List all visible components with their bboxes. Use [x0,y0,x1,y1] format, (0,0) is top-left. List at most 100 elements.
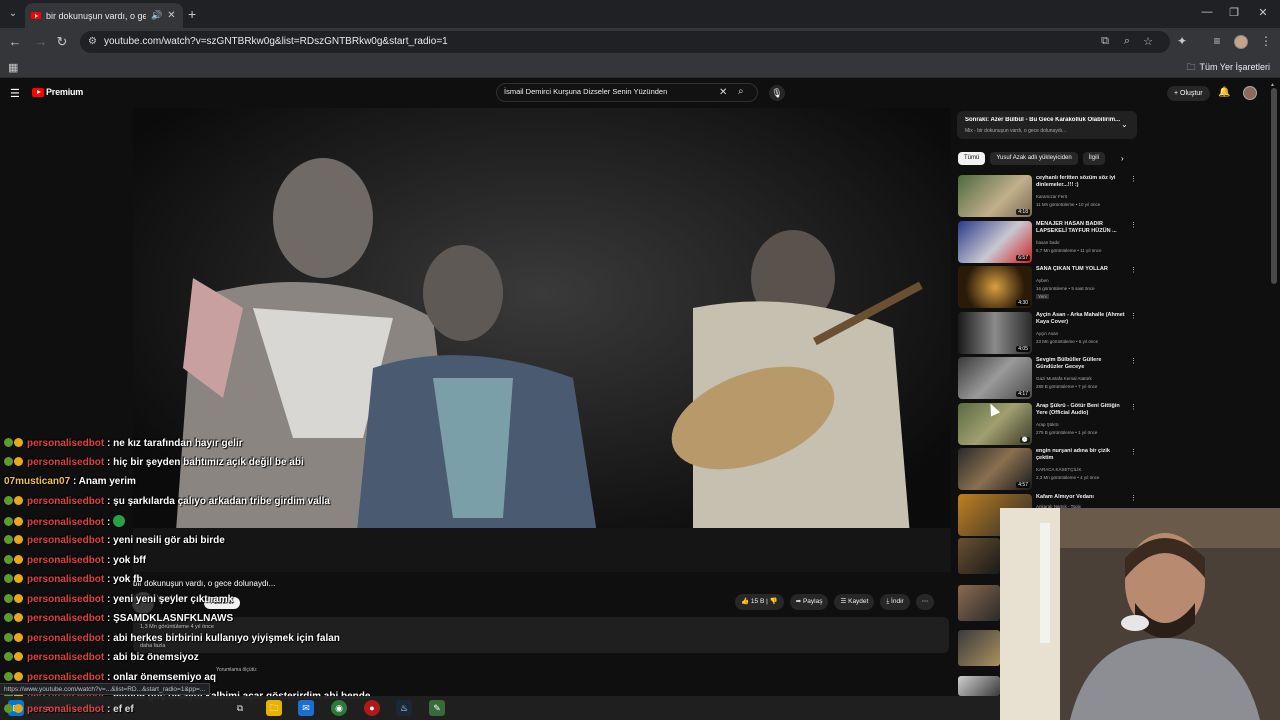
mail-icon[interactable]: ✉ [298,700,314,716]
tab-search-chevron-icon[interactable]: ⌄ [6,7,20,21]
rec-item[interactable]: 4:30 SANA ÇIKAN TÜM YOLLAR Ayben 16 görü… [958,266,1138,308]
close-window-icon[interactable]: ✕ [1256,6,1270,19]
create-button[interactable]: + Oluştur [1167,86,1210,101]
more-icon[interactable]: ⋮ [1130,175,1137,183]
chip-related[interactable]: İlgili [1082,152,1106,165]
rec-channel[interactable]: Arap Şükrü [1036,422,1059,427]
chip-all[interactable]: Tümü [958,152,986,165]
rec-channel[interactable]: KARACA KASETÇİLİK [1036,467,1082,472]
back-icon[interactable]: ← [7,34,23,50]
youtube-logo[interactable]: Premium [32,87,83,97]
hamburger-menu-icon[interactable]: ☰ [10,87,20,100]
clear-search-icon[interactable]: ✕ [719,87,727,98]
rec-thumbnail[interactable] [958,676,1000,696]
steam-icon[interactable]: ♨ [396,700,412,716]
browser-tab[interactable]: bir dokunuşun vardı, o gece 🔊 ✕ [25,3,183,28]
chat-line: personalisedbot : [4,515,126,528]
reload-icon[interactable]: ↻ [54,34,70,50]
rec-thumbnail[interactable]: 6:57 [958,221,1032,263]
chrome-icon[interactable]: ◉ [331,700,347,716]
rec-channel[interactable]: Karamızar Ferit [1036,194,1067,199]
app-icon[interactable]: ✎ [429,700,445,716]
badge-icon [14,438,23,447]
rec-thumbnail[interactable]: 4:18 [958,175,1032,217]
rec-thumbnail[interactable] [958,538,1000,574]
rec-title[interactable]: Kafam Almıyor Vedanı [1036,494,1128,501]
forward-icon[interactable]: → [33,34,49,50]
rec-channel[interactable]: Ayben [1036,278,1049,283]
chat-nick: personalisedbot [27,652,105,663]
save-button[interactable]: ☰ Kaydet [834,594,875,610]
rec-title[interactable]: Sevgim Bülbüller Güllere Gündüzler Gecey… [1036,357,1128,371]
rec-thumbnail[interactable] [958,630,1000,666]
rec-item[interactable]: 4:57 engin nurşani adına bir çizik çekti… [958,448,1138,490]
dislike-icon[interactable]: 👎 [770,598,778,605]
more-icon[interactable]: ⋮ [1130,357,1137,365]
rec-item[interactable]: 4:05 Ayçin Asan - Arka Mahalle (Ahmet Ka… [958,312,1138,354]
bookmark-star-icon[interactable]: ☆ [1141,35,1155,48]
more-actions-icon[interactable]: ⋯ [915,594,935,610]
like-button[interactable]: 👍 15 B | 👎 [735,594,784,610]
account-avatar[interactable] [1243,86,1257,100]
restore-icon[interactable]: ❐ [1227,6,1241,19]
bell-icon[interactable]: 🔔 [1218,87,1230,98]
rec-thumbnail[interactable] [958,585,1000,621]
page-scrollbar[interactable] [1271,88,1277,284]
extensions-icon[interactable]: ✦ [1174,34,1190,48]
rec-item[interactable]: 🕒 Arap Şükrü - Götür Beni Gittiğin Yere … [958,403,1138,445]
chevron-down-icon[interactable]: ⌄ [1121,120,1128,129]
search-input[interactable]: İsmail Demirci Kurşuna Dizseler Senin Yü… [496,83,758,102]
mic-icon[interactable]: 🎙 [769,85,785,101]
more-icon[interactable]: ⋮ [1130,266,1137,274]
site-info-icon[interactable]: ⚙ [88,36,100,48]
chevron-right-icon[interactable]: › [1121,154,1124,163]
share-button[interactable]: ➦ Paylaş [789,594,829,610]
download-button[interactable]: ⤓ İndir [880,594,910,610]
more-icon[interactable]: ⋮ [1130,221,1137,229]
rec-channel[interactable]: hasan badır [1036,240,1060,245]
rec-channel[interactable]: Ayçin Asan [1036,331,1058,336]
more-icon[interactable]: ⋮ [1130,403,1137,411]
address-bar[interactable]: ⚙ youtube.com/watch?v=szGNTBRkw0g&list=R… [80,31,1170,53]
rec-thumbnail[interactable]: 4:57 [958,448,1032,490]
chip-from-uploader[interactable]: Yusuf Azak adlı yükleyiciden [990,152,1078,165]
task-view-icon[interactable]: ⧉ [232,700,248,716]
zoom-icon[interactable]: ⌕ [1120,35,1134,48]
speaker-icon[interactable]: 🔊 [151,10,162,21]
more-icon[interactable]: ⋮ [1130,494,1137,502]
rec-item[interactable]: 6:57 MENAJER HASAN BADIR LAPSEKELİ TAYFU… [958,221,1138,263]
chat-nick: personalisedbot [27,438,105,449]
rec-title[interactable]: Ayçin Asan - Arka Mahalle (Ahmet Kaya Co… [1036,312,1128,326]
rec-item[interactable]: Kafam Almıyor Vedanı Ankaralı Namık - To… [958,494,1138,536]
minimize-icon[interactable]: — [1200,6,1214,18]
rec-item[interactable]: 4:18 ceyhanlı feritten sözüm söz iyi din… [958,175,1138,217]
media-controls-icon[interactable]: ≡ [1209,34,1225,48]
install-app-icon[interactable]: ⧉ [1098,35,1112,48]
apps-grid-icon[interactable]: ▦ [8,61,18,74]
watch-later-icon[interactable]: 🕒 [1019,437,1030,443]
up-next-panel[interactable]: Sonraki: Azer Bülbül - Bu Gece Karakollu… [957,111,1137,139]
rec-title[interactable]: engin nurşani adına bir çizik çektim [1036,448,1128,462]
record-icon[interactable]: ● [364,700,380,716]
more-icon[interactable]: ⋮ [1130,312,1137,320]
rec-title[interactable]: Arap Şükrü - Götür Beni Gittiğin Yere (O… [1036,403,1128,417]
new-tab-icon[interactable]: + [188,6,196,22]
rec-item[interactable]: 4:17 Sevgim Bülbüller Güllere Gündüzler … [958,357,1138,399]
profile-avatar[interactable] [1234,35,1248,49]
rec-title[interactable]: MENAJER HASAN BADIR LAPSEKELİ TAYFUR HÜZ… [1036,221,1128,235]
duration-badge: 4:17 [1016,391,1030,397]
rec-thumbnail[interactable]: 4:30 [958,266,1032,308]
close-tab-icon[interactable]: ✕ [167,10,175,21]
rec-thumbnail[interactable]: 4:05 [958,312,1032,354]
url-text: youtube.com/watch?v=szGNTBRkw0g&list=RDs… [104,36,448,47]
rec-channel[interactable]: Gazi Mustafa Kemal Atatürk [1036,376,1092,381]
badge-icon [14,517,23,526]
rec-title[interactable]: SANA ÇIKAN TÜM YOLLAR [1036,266,1128,273]
menu-icon[interactable]: ⋮ [1258,34,1274,48]
rec-thumbnail[interactable]: 4:17 [958,357,1032,399]
search-icon[interactable]: ⌕ [738,86,744,97]
file-explorer-icon[interactable]: 🗀 [266,700,282,716]
all-bookmarks-folder[interactable]: 🗀 Tüm Yer İşaretleri [1186,60,1270,76]
more-icon[interactable]: ⋮ [1130,448,1137,456]
rec-title[interactable]: ceyhanlı feritten sözüm söz iyi dinlemel… [1036,175,1128,189]
